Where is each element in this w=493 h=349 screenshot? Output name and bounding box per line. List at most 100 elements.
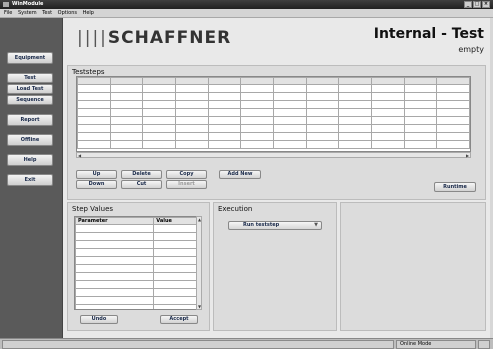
table-cell[interactable]	[338, 132, 372, 141]
table-cell[interactable]	[109, 124, 144, 133]
table-cell[interactable]	[207, 84, 242, 93]
up-button[interactable]: Up	[76, 170, 117, 179]
table-cell[interactable]	[403, 116, 438, 125]
insert-button[interactable]: Insert	[166, 180, 207, 189]
table-cell[interactable]	[109, 132, 144, 141]
add-new-button[interactable]: Add New	[219, 170, 261, 179]
table-row[interactable]	[75, 280, 201, 289]
table-cell[interactable]	[77, 132, 111, 141]
table-cell[interactable]	[75, 296, 155, 305]
table-cell[interactable]	[153, 264, 201, 273]
sidebar-item-equipment[interactable]: Equipment	[7, 52, 53, 64]
table-cell[interactable]	[153, 240, 201, 249]
sidebar-item-offline[interactable]: Offline	[7, 134, 53, 146]
table-row[interactable]	[75, 256, 201, 265]
table-cell[interactable]	[338, 108, 372, 117]
table-cell[interactable]	[75, 280, 155, 289]
table-cell[interactable]	[75, 232, 155, 241]
scroll-up-icon[interactable]: ▲	[197, 217, 202, 222]
table-cell[interactable]	[272, 140, 307, 149]
table-cell[interactable]	[338, 124, 372, 133]
table-cell[interactable]	[240, 132, 274, 141]
table-cell[interactable]	[174, 108, 209, 117]
table-cell[interactable]	[403, 108, 438, 117]
table-cell[interactable]	[77, 108, 111, 117]
table-row[interactable]	[77, 84, 470, 93]
table-cell[interactable]	[305, 132, 340, 141]
table-row[interactable]	[77, 116, 470, 125]
table-cell[interactable]	[436, 140, 470, 149]
table-cell[interactable]	[109, 108, 144, 117]
table-cell[interactable]	[370, 140, 405, 149]
table-cell[interactable]	[240, 84, 274, 93]
table-cell[interactable]	[174, 116, 209, 125]
table-cell[interactable]	[305, 116, 340, 125]
table-cell[interactable]	[403, 84, 438, 93]
column-header[interactable]	[305, 77, 340, 85]
table-cell[interactable]	[370, 124, 405, 133]
table-cell[interactable]	[436, 84, 470, 93]
table-cell[interactable]	[370, 116, 405, 125]
maximize-button[interactable]: □	[473, 1, 481, 8]
table-cell[interactable]	[272, 92, 307, 101]
table-cell[interactable]	[75, 256, 155, 265]
table-cell[interactable]	[75, 240, 155, 249]
table-cell[interactable]	[75, 304, 155, 309]
table-cell[interactable]	[109, 84, 144, 93]
scroll-down-icon[interactable]: ▼	[197, 304, 202, 309]
column-header[interactable]	[207, 77, 242, 85]
table-cell[interactable]	[207, 116, 242, 125]
table-cell[interactable]	[75, 288, 155, 297]
column-header[interactable]	[436, 77, 470, 85]
table-cell[interactable]	[75, 272, 155, 281]
table-row[interactable]	[77, 100, 470, 109]
scroll-left-icon[interactable]: ◀	[77, 153, 82, 158]
table-row[interactable]	[75, 248, 201, 257]
table-row[interactable]	[77, 108, 470, 117]
table-cell[interactable]	[109, 100, 144, 109]
table-cell[interactable]	[77, 84, 111, 93]
teststeps-table[interactable]	[76, 76, 471, 152]
table-cell[interactable]	[153, 280, 201, 289]
column-header[interactable]	[338, 77, 372, 85]
table-cell[interactable]	[153, 296, 201, 305]
table-cell[interactable]	[77, 100, 111, 109]
table-cell[interactable]	[77, 140, 111, 149]
undo-button[interactable]: Undo	[80, 315, 118, 324]
menu-options[interactable]: Options	[58, 10, 77, 16]
column-header[interactable]	[77, 77, 111, 85]
table-cell[interactable]	[142, 116, 176, 125]
table-row[interactable]	[75, 264, 201, 273]
table-cell[interactable]	[142, 108, 176, 117]
step-values-table[interactable]: Parameter Value	[74, 216, 202, 310]
table-cell[interactable]	[436, 124, 470, 133]
table-cell[interactable]	[174, 100, 209, 109]
table-cell[interactable]	[272, 108, 307, 117]
table-cell[interactable]	[142, 132, 176, 141]
sidebar-item-test[interactable]: Test	[7, 73, 53, 83]
column-header[interactable]	[174, 77, 209, 85]
table-cell[interactable]	[240, 116, 274, 125]
sidebar-item-exit[interactable]: Exit	[7, 174, 53, 186]
table-cell[interactable]	[142, 84, 176, 93]
table-row[interactable]	[75, 304, 201, 309]
table-cell[interactable]	[77, 116, 111, 125]
table-cell[interactable]	[142, 140, 176, 149]
close-button[interactable]: ×	[482, 1, 490, 8]
table-row[interactable]	[77, 124, 470, 133]
table-cell[interactable]	[75, 264, 155, 273]
table-cell[interactable]	[240, 140, 274, 149]
sidebar-item-help[interactable]: Help	[7, 154, 53, 166]
table-cell[interactable]	[403, 140, 438, 149]
table-cell[interactable]	[77, 92, 111, 101]
table-cell[interactable]	[77, 124, 111, 133]
column-header[interactable]	[142, 77, 176, 85]
column-header[interactable]	[370, 77, 405, 85]
table-cell[interactable]	[305, 100, 340, 109]
column-header-parameter[interactable]: Parameter	[75, 217, 155, 225]
scroll-right-icon[interactable]: ▶	[465, 153, 470, 158]
runtime-button[interactable]: Runtime	[434, 182, 476, 192]
column-header-value[interactable]: Value	[153, 217, 201, 225]
table-row[interactable]	[75, 296, 201, 305]
table-cell[interactable]	[305, 92, 340, 101]
